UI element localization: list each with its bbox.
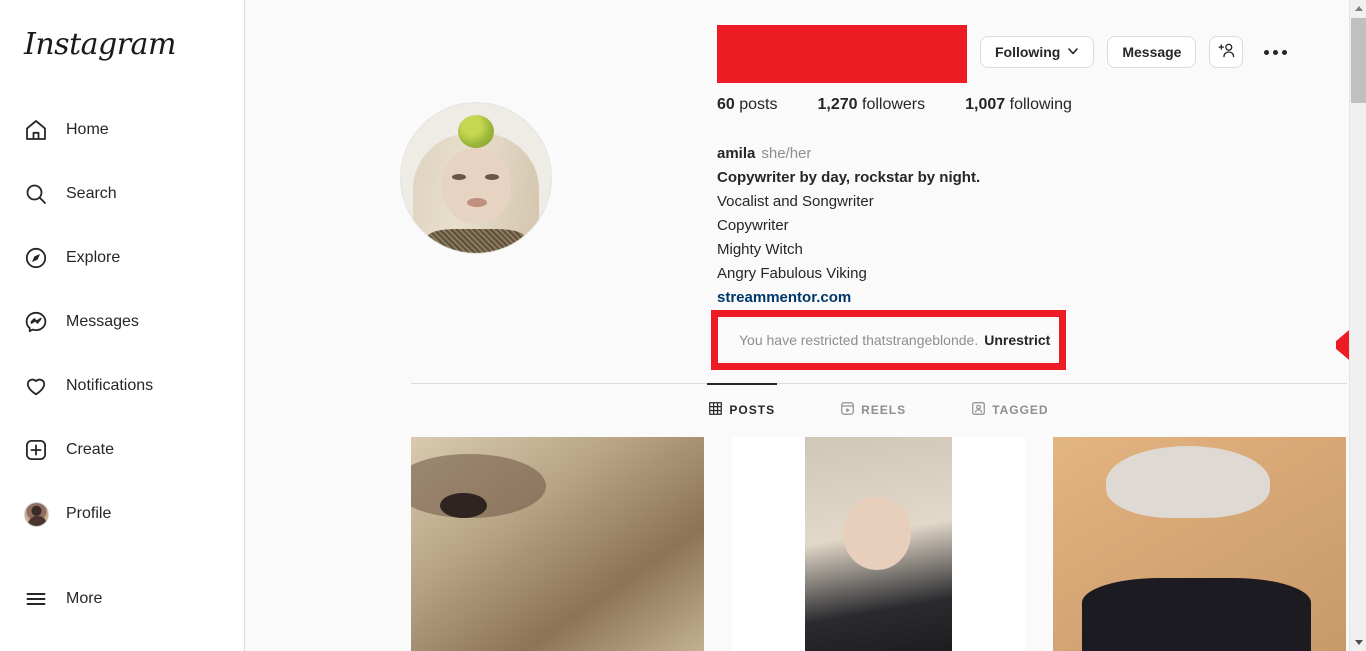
bio-line: Angry Fabulous Viking: [717, 265, 867, 282]
messenger-icon: [22, 308, 50, 336]
add-person-button[interactable]: [1209, 36, 1244, 68]
stat-posts-label: posts: [739, 96, 778, 113]
message-button[interactable]: Message: [1107, 36, 1197, 68]
sidebar-item-label: Search: [66, 185, 117, 202]
scroll-up-button[interactable]: [1350, 0, 1366, 17]
sidebar-item-profile[interactable]: Profile: [0, 490, 245, 538]
message-button-label: Message: [1122, 44, 1182, 60]
profile-actions: Following Message: [980, 36, 1291, 68]
ellipsis-icon: [1264, 49, 1270, 55]
bio-line: Vocalist and Songwriter: [717, 193, 874, 210]
heart-icon: [22, 372, 50, 400]
tab-reels[interactable]: REELS: [839, 384, 908, 436]
sidebar-item-more[interactable]: More: [0, 575, 245, 623]
stat-following-value: 1,007: [965, 96, 1006, 113]
sidebar-item-label: More: [66, 590, 103, 607]
ellipsis-icon: [1282, 49, 1288, 55]
bio-line: Mighty Witch: [717, 241, 803, 258]
avatar-icon: [22, 500, 50, 528]
scrollbar-thumb[interactable]: [1351, 18, 1366, 103]
bio-display-name: amila: [717, 145, 756, 162]
instagram-logo[interactable]: Instagram: [24, 27, 176, 62]
main-content: Following Message 60 posts 1,270 followe…: [245, 0, 1366, 651]
home-icon: [22, 116, 50, 144]
compass-icon: [22, 244, 50, 272]
tab-tagged[interactable]: TAGGED: [970, 384, 1050, 436]
chevron-down-icon: [1354, 640, 1363, 645]
bio-line: Copywriter: [717, 217, 789, 234]
sidebar-item-label: Profile: [66, 505, 112, 522]
sidebar-nav: Home Search Explore Messages Notificatio…: [0, 106, 245, 639]
sidebar-item-label: Home: [66, 121, 109, 138]
profile-container: Following Message 60 posts 1,270 followe…: [328, 0, 1366, 651]
sidebar-item-create[interactable]: Create: [0, 426, 245, 474]
sidebar-item-search[interactable]: Search: [0, 170, 245, 218]
post-thumbnail[interactable]: [411, 437, 704, 651]
bio-name-row: amila she/her: [717, 142, 1147, 166]
hamburger-icon: [22, 585, 50, 613]
bio-headline: Copywriter by day, rockstar by night.: [717, 169, 981, 186]
stat-following[interactable]: 1,007 following: [965, 96, 1072, 114]
username-redaction-block: [717, 25, 967, 83]
posts-grid: [411, 437, 1347, 651]
tab-posts-label: POSTS: [729, 403, 776, 417]
profile-stats: 60 posts 1,270 followers 1,007 following: [717, 96, 1072, 114]
tab-posts[interactable]: POSTS: [707, 383, 777, 436]
stat-posts-value: 60: [717, 96, 735, 113]
sidebar-item-label: Create: [66, 441, 115, 458]
scroll-down-button[interactable]: [1350, 634, 1366, 651]
search-icon: [22, 180, 50, 208]
sidebar-item-messages[interactable]: Messages: [0, 298, 245, 346]
sidebar: Instagram Home Search Explore Messages N…: [0, 0, 245, 651]
tab-tagged-label: TAGGED: [992, 403, 1049, 417]
bio-pronouns: she/her: [761, 145, 812, 162]
following-button[interactable]: Following: [980, 36, 1095, 68]
unrestrict-button[interactable]: Unrestrict: [984, 332, 1050, 348]
sidebar-item-label: Messages: [66, 313, 139, 330]
sidebar-item-label: Notifications: [66, 377, 154, 394]
restriction-message: You have restricted thatstrangeblonde.: [739, 332, 979, 348]
profile-avatar[interactable]: [400, 102, 552, 254]
tagged-icon: [972, 402, 985, 418]
restriction-notice-annotation: You have restricted thatstrangeblonde. U…: [711, 310, 1066, 370]
post-thumbnail[interactable]: [732, 437, 1025, 651]
stat-followers[interactable]: 1,270 followers: [818, 96, 926, 114]
stat-posts[interactable]: 60 posts: [717, 96, 778, 114]
restriction-notice: You have restricted thatstrangeblonde. U…: [718, 317, 1059, 363]
stat-following-label: following: [1009, 96, 1072, 113]
stat-followers-value: 1,270: [817, 96, 858, 113]
grid-icon: [709, 402, 723, 418]
reels-icon: [841, 402, 854, 418]
profile-bio: amila she/her Copywriter by day, rockstar…: [717, 142, 1147, 310]
profile-tabs: POSTS REELS TAGGED: [411, 383, 1347, 436]
person-add-icon: [1217, 41, 1236, 63]
sidebar-item-explore[interactable]: Explore: [0, 234, 245, 282]
post-thumbnail[interactable]: [1053, 437, 1346, 651]
following-button-label: Following: [995, 44, 1061, 60]
tab-reels-label: REELS: [861, 403, 907, 417]
more-options-button[interactable]: [1260, 42, 1291, 63]
stat-followers-label: followers: [862, 96, 926, 113]
bio-external-link[interactable]: streammentor.com: [717, 286, 1147, 310]
ellipsis-icon: [1273, 49, 1279, 55]
chevron-down-icon: [1067, 44, 1079, 60]
sidebar-item-notifications[interactable]: Notifications: [0, 362, 245, 410]
instagram-profile-page: Instagram Home Search Explore Messages N…: [0, 0, 1366, 651]
page-scrollbar[interactable]: [1349, 0, 1366, 651]
sidebar-item-home[interactable]: Home: [0, 106, 245, 154]
chevron-up-icon: [1354, 6, 1363, 11]
plus-square-icon: [22, 436, 50, 464]
sidebar-item-label: Explore: [66, 249, 121, 266]
profile-header: Following Message 60 posts 1,270 followe…: [328, 0, 1366, 375]
